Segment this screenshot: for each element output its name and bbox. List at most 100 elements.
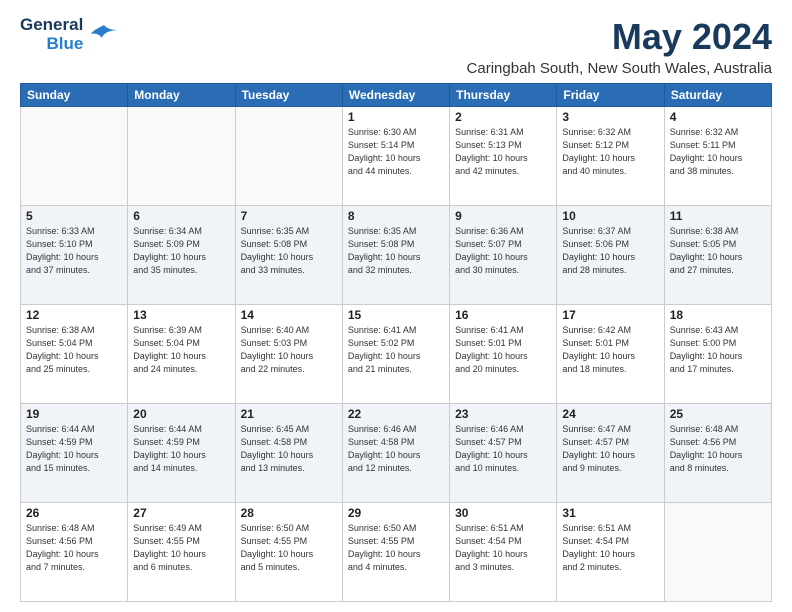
calendar-cell: 14 Sunrise: 6:40 AM Sunset: 5:03 PM Dayli… [235,305,342,404]
day-number: 24 [562,407,658,421]
day-number: 1 [348,110,444,124]
day-number: 30 [455,506,551,520]
calendar-cell [128,107,235,206]
calendar-cell: 18Sunrise: 6:43 AM Sunset: 5:00 PM Dayli… [664,305,771,404]
day-info: Sunrise: 6:35 AM Sunset: 5:08 PM Dayligh… [241,225,337,277]
header-cell-tuesday: Tuesday [235,84,342,107]
calendar-cell: 15 Sunrise: 6:41 AM Sunset: 5:02 PM Dayli… [342,305,449,404]
calendar-cell: 23Sunrise: 6:46 AM Sunset: 4:57 PM Dayli… [450,404,557,503]
day-number: 22 [348,407,444,421]
day-info: Sunrise: 6:50 AM Sunset: 4:55 PM Dayligh… [241,522,337,574]
day-number: 11 [670,209,766,223]
logo-bird-icon [89,20,119,50]
day-number: 21 [241,407,337,421]
day-info: Sunrise: 6:32 AM Sunset: 5:12 PM Dayligh… [562,126,658,178]
day-number: 2 [455,110,551,124]
header-cell-friday: Friday [557,84,664,107]
calendar-header-row: SundayMondayTuesdayWednesdayThursdayFrid… [21,84,772,107]
calendar-cell: 19 Sunrise: 6:44 AM Sunset: 4:59 PM Dayli… [21,404,128,503]
day-info: Sunrise: 6:38 AM Sunset: 5:04 PM Dayligh… [26,324,122,376]
day-number: 7 [241,209,337,223]
day-info: Sunrise: 6:43 AM Sunset: 5:00 PM Dayligh… [670,324,766,376]
day-number: 23 [455,407,551,421]
day-number: 31 [562,506,658,520]
day-info: Sunrise: 6:31 AM Sunset: 5:13 PM Dayligh… [455,126,551,178]
calendar-cell: 2 Sunrise: 6:31 AM Sunset: 5:13 PM Daylig… [450,107,557,206]
calendar-cell: 3 Sunrise: 6:32 AM Sunset: 5:12 PM Daylig… [557,107,664,206]
calendar-cell: 10 Sunrise: 6:37 AM Sunset: 5:06 PM Dayli… [557,206,664,305]
calendar-cell: 17 Sunrise: 6:42 AM Sunset: 5:01 PM Dayli… [557,305,664,404]
calendar-cell [664,503,771,602]
day-number: 6 [133,209,229,223]
header-cell-monday: Monday [128,84,235,107]
calendar-week-row: 26 Sunrise: 6:48 AM Sunset: 4:56 PM Dayli… [21,503,772,602]
day-info: Sunrise: 6:35 AM Sunset: 5:08 PM Dayligh… [348,225,444,277]
header-cell-wednesday: Wednesday [342,84,449,107]
day-number: 13 [133,308,229,322]
day-number: 14 [241,308,337,322]
calendar-cell: 12 Sunrise: 6:38 AM Sunset: 5:04 PM Dayli… [21,305,128,404]
logo-blue: Blue [46,35,83,54]
header-cell-thursday: Thursday [450,84,557,107]
day-info: Sunrise: 6:45 AM Sunset: 4:58 PM Dayligh… [241,423,337,475]
calendar-cell: 28Sunrise: 6:50 AM Sunset: 4:55 PM Dayli… [235,503,342,602]
day-info: Sunrise: 6:42 AM Sunset: 5:01 PM Dayligh… [562,324,658,376]
calendar-week-row: 12 Sunrise: 6:38 AM Sunset: 5:04 PM Dayli… [21,305,772,404]
calendar-cell: 13 Sunrise: 6:39 AM Sunset: 5:04 PM Dayli… [128,305,235,404]
calendar-cell: 1 Sunrise: 6:30 AM Sunset: 5:14 PM Daylig… [342,107,449,206]
calendar-cell: 4 Sunrise: 6:32 AM Sunset: 5:11 PM Daylig… [664,107,771,206]
calendar-cell: 21 Sunrise: 6:45 AM Sunset: 4:58 PM Dayli… [235,404,342,503]
page: General Blue May 2024 Caringbah South, N… [0,0,792,612]
calendar-cell: 6 Sunrise: 6:34 AM Sunset: 5:09 PM Daylig… [128,206,235,305]
day-number: 20 [133,407,229,421]
calendar-table: SundayMondayTuesdayWednesdayThursdayFrid… [20,83,772,602]
calendar-body: 1 Sunrise: 6:30 AM Sunset: 5:14 PM Daylig… [21,107,772,602]
day-number: 25 [670,407,766,421]
calendar-week-row: 19 Sunrise: 6:44 AM Sunset: 4:59 PM Dayli… [21,404,772,503]
calendar-cell: 29Sunrise: 6:50 AM Sunset: 4:55 PM Dayli… [342,503,449,602]
logo: General Blue [20,16,119,53]
calendar-cell: 8 Sunrise: 6:35 AM Sunset: 5:08 PM Daylig… [342,206,449,305]
day-number: 17 [562,308,658,322]
day-number: 19 [26,407,122,421]
day-info: Sunrise: 6:46 AM Sunset: 4:58 PM Dayligh… [348,423,444,475]
day-info: Sunrise: 6:44 AM Sunset: 4:59 PM Dayligh… [26,423,122,475]
calendar-cell: 11Sunrise: 6:38 AM Sunset: 5:05 PM Dayli… [664,206,771,305]
day-number: 26 [26,506,122,520]
calendar-cell: 9Sunrise: 6:36 AM Sunset: 5:07 PM Daylig… [450,206,557,305]
day-number: 10 [562,209,658,223]
calendar-cell: 22 Sunrise: 6:46 AM Sunset: 4:58 PM Dayli… [342,404,449,503]
day-info: Sunrise: 6:51 AM Sunset: 4:54 PM Dayligh… [562,522,658,574]
header-cell-saturday: Saturday [664,84,771,107]
day-number: 15 [348,308,444,322]
day-info: Sunrise: 6:37 AM Sunset: 5:06 PM Dayligh… [562,225,658,277]
day-info: Sunrise: 6:44 AM Sunset: 4:59 PM Dayligh… [133,423,229,475]
day-number: 4 [670,110,766,124]
day-info: Sunrise: 6:32 AM Sunset: 5:11 PM Dayligh… [670,126,766,178]
day-info: Sunrise: 6:41 AM Sunset: 5:02 PM Dayligh… [348,324,444,376]
title-block: May 2024 Caringbah South, New South Wale… [467,16,772,77]
header: General Blue May 2024 Caringbah South, N… [20,16,772,77]
day-info: Sunrise: 6:48 AM Sunset: 4:56 PM Dayligh… [26,522,122,574]
day-info: Sunrise: 6:41 AM Sunset: 5:01 PM Dayligh… [455,324,551,376]
calendar-cell [21,107,128,206]
day-info: Sunrise: 6:33 AM Sunset: 5:10 PM Dayligh… [26,225,122,277]
day-info: Sunrise: 6:30 AM Sunset: 5:14 PM Dayligh… [348,126,444,178]
calendar-week-row: 5 Sunrise: 6:33 AM Sunset: 5:10 PM Daylig… [21,206,772,305]
day-info: Sunrise: 6:34 AM Sunset: 5:09 PM Dayligh… [133,225,229,277]
calendar-cell: 5 Sunrise: 6:33 AM Sunset: 5:10 PM Daylig… [21,206,128,305]
logo-general: General [20,16,83,35]
calendar-cell: 7 Sunrise: 6:35 AM Sunset: 5:08 PM Daylig… [235,206,342,305]
day-number: 16 [455,308,551,322]
calendar-week-row: 1 Sunrise: 6:30 AM Sunset: 5:14 PM Daylig… [21,107,772,206]
day-number: 3 [562,110,658,124]
day-number: 12 [26,308,122,322]
day-number: 29 [348,506,444,520]
calendar-cell: 16 Sunrise: 6:41 AM Sunset: 5:01 PM Dayli… [450,305,557,404]
day-number: 5 [26,209,122,223]
day-number: 8 [348,209,444,223]
day-info: Sunrise: 6:40 AM Sunset: 5:03 PM Dayligh… [241,324,337,376]
subtitle: Caringbah South, New South Wales, Austra… [467,60,772,77]
day-info: Sunrise: 6:39 AM Sunset: 5:04 PM Dayligh… [133,324,229,376]
day-info: Sunrise: 6:49 AM Sunset: 4:55 PM Dayligh… [133,522,229,574]
